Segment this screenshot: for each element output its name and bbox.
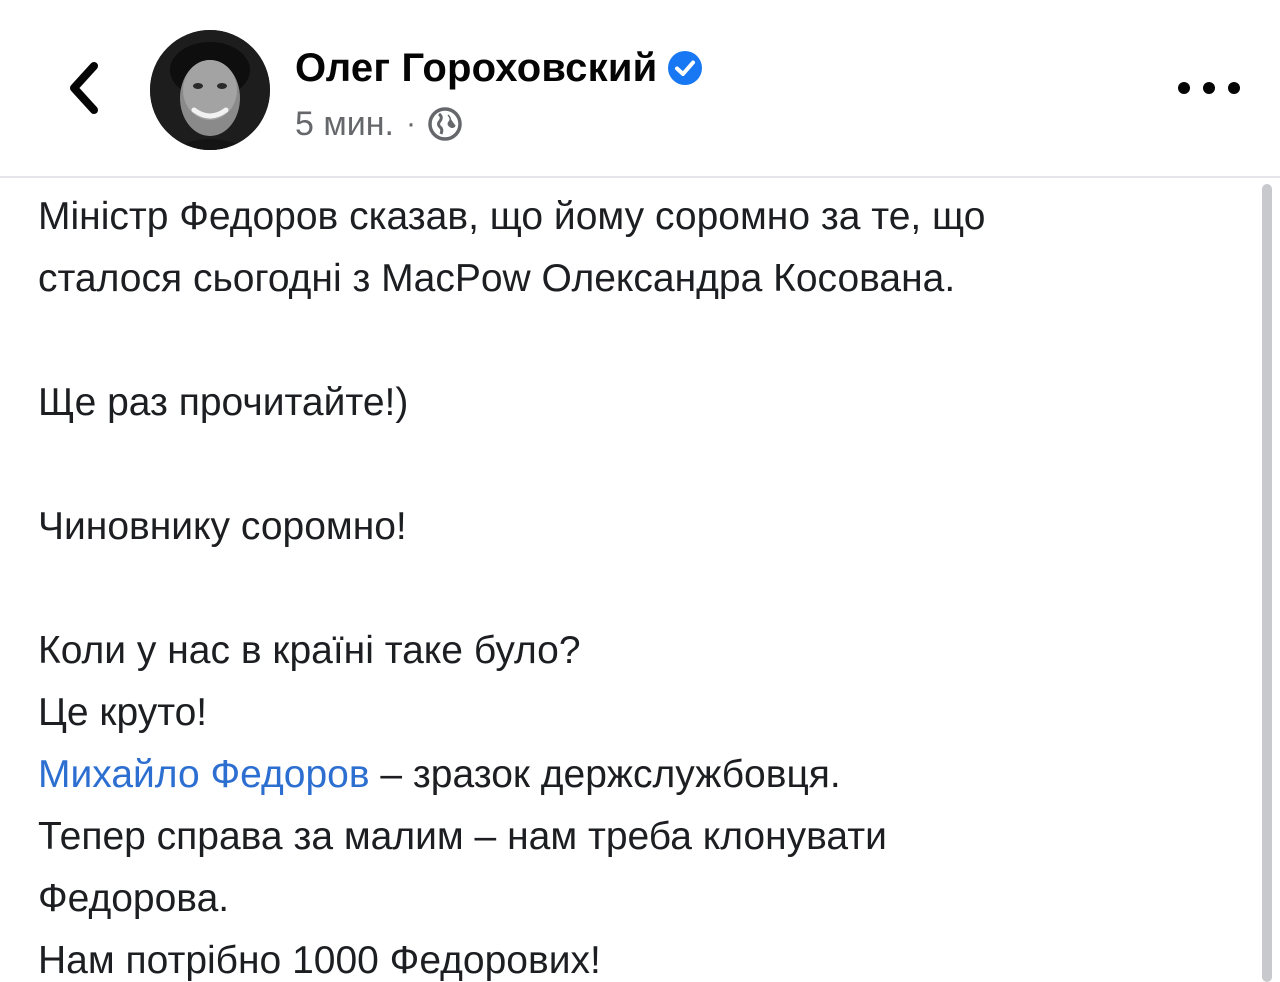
author-name-row: Олег Гороховский bbox=[295, 40, 703, 96]
scrollbar[interactable] bbox=[1262, 184, 1272, 982]
chevron-left-icon bbox=[70, 62, 98, 114]
back-button[interactable] bbox=[56, 54, 112, 122]
header-divider bbox=[0, 176, 1280, 178]
mention-rest: – зразок держслужбовця. bbox=[369, 753, 841, 796]
post-line: Федорова. bbox=[38, 877, 230, 920]
author-avatar[interactable] bbox=[150, 30, 270, 150]
more-options-button[interactable] bbox=[1178, 70, 1240, 106]
verified-badge-icon bbox=[668, 51, 703, 85]
post-meta: 5 мин. · bbox=[295, 100, 464, 148]
post-line: Міністр Федоров сказав, що йому соромно … bbox=[38, 195, 986, 238]
post-line: сталося сьогодні з MacPow Олександра Кос… bbox=[38, 257, 956, 300]
post-line: Ще раз прочитайте!) bbox=[38, 381, 409, 424]
post-text: Міністр Федоров сказав, що йому соромно … bbox=[38, 186, 1238, 982]
author-name[interactable]: Олег Гороховский bbox=[295, 46, 657, 91]
post-line-with-mention: Михайло Федоров – зразок держслужбовця. bbox=[38, 744, 1238, 806]
post-header: Олег Гороховский 5 мин. · bbox=[0, 0, 1280, 176]
meta-separator: · bbox=[405, 107, 416, 140]
post-line: Коли у нас в країні таке було? bbox=[38, 629, 581, 672]
post-line: Нам потрібно 1000 Федорових! bbox=[38, 939, 601, 982]
more-horizontal-icon bbox=[1178, 82, 1190, 94]
mention-link[interactable]: Михайло Федоров bbox=[38, 753, 370, 796]
globe-icon bbox=[428, 107, 462, 141]
post-line: Чиновнику соромно! bbox=[38, 505, 407, 548]
post-line: Тепер справа за малим – нам треба клонув… bbox=[38, 815, 887, 858]
post-line: Це круто! bbox=[38, 691, 208, 734]
post-timestamp[interactable]: 5 мин. bbox=[295, 105, 394, 144]
